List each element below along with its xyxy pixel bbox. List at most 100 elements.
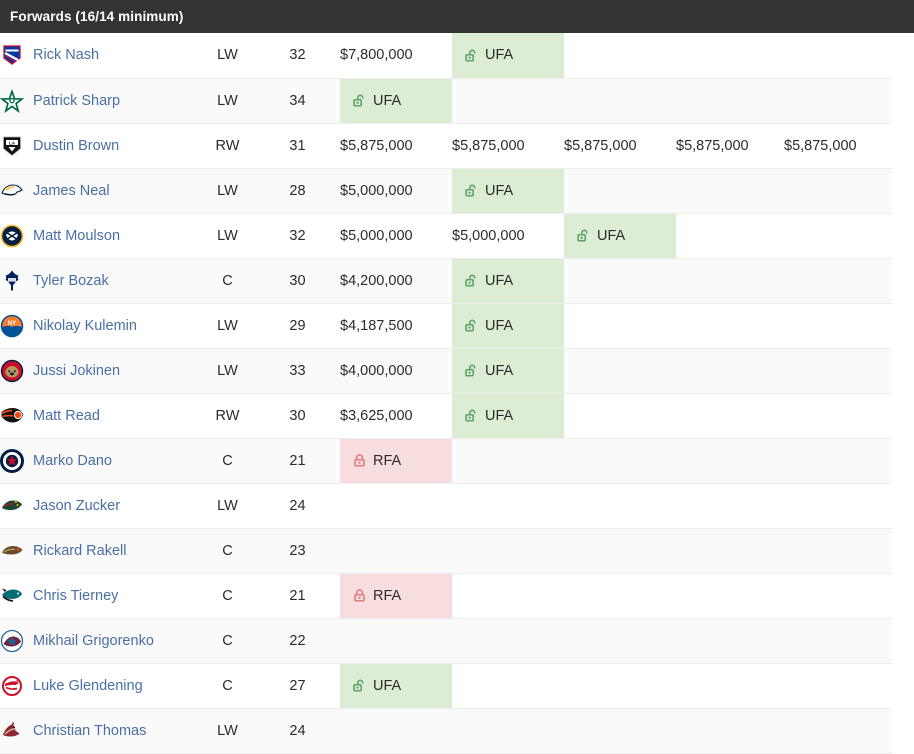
table-row: Rickard Rakell C 23 xyxy=(0,528,892,574)
player-name-link[interactable]: Dustin Brown xyxy=(33,138,119,154)
empty-cell xyxy=(564,663,676,709)
team-logo-icon: NY xyxy=(0,314,24,338)
team-logo-icon xyxy=(0,494,24,518)
player-age: 27 xyxy=(255,663,340,709)
player-name-link[interactable]: Matt Moulson xyxy=(33,228,120,244)
empty-cell xyxy=(340,528,452,574)
empty-cell xyxy=(564,708,676,754)
empty-cell xyxy=(676,528,784,574)
player-position: C xyxy=(200,663,255,709)
empty-cell xyxy=(340,618,452,664)
player-position: LW xyxy=(200,33,255,79)
player-age: 21 xyxy=(255,573,340,619)
player-name-link[interactable]: Marko Dano xyxy=(33,453,112,469)
empty-cell xyxy=(564,33,676,79)
player-name-link[interactable]: Jason Zucker xyxy=(33,498,120,514)
empty-cell xyxy=(564,618,676,664)
status-badge: UFA xyxy=(452,348,564,394)
player-name-link[interactable]: Christian Thomas xyxy=(33,723,146,739)
status-badge: UFA xyxy=(452,258,564,304)
empty-cell xyxy=(676,618,784,664)
status-badge: UFA xyxy=(340,663,452,709)
player-name-link[interactable]: Jussi Jokinen xyxy=(33,363,120,379)
status-label: UFA xyxy=(373,677,402,694)
empty-cell xyxy=(452,438,564,484)
status-label: UFA xyxy=(485,362,514,379)
salary-cell: $7,800,000 xyxy=(340,33,452,79)
player-age: 34 xyxy=(255,78,340,124)
player-cell: LA Dustin Brown xyxy=(0,123,200,169)
team-logo-icon xyxy=(0,88,24,113)
section-header: Forwards (16/14 minimum) xyxy=(0,0,914,33)
empty-cell xyxy=(784,528,892,574)
empty-cell xyxy=(564,168,676,214)
player-name-link[interactable]: Patrick Sharp xyxy=(33,93,120,109)
player-name-link[interactable]: Chris Tierney xyxy=(33,588,118,604)
empty-cell xyxy=(676,393,784,439)
team-logo-icon xyxy=(0,359,24,383)
player-name-link[interactable]: Luke Glendening xyxy=(33,678,143,694)
table-row: Jason Zucker LW 24 xyxy=(0,483,892,529)
player-cell: Chris Tierney xyxy=(0,573,200,619)
empty-cell xyxy=(452,618,564,664)
player-age: 30 xyxy=(255,258,340,304)
table-row: Mikhail Grigorenko C 22 xyxy=(0,618,892,664)
status-label: UFA xyxy=(373,92,402,109)
player-cell: Matt Read xyxy=(0,393,200,439)
empty-cell xyxy=(564,303,676,349)
team-logo-icon xyxy=(0,629,24,653)
empty-cell xyxy=(452,663,564,709)
player-position: C xyxy=(200,573,255,619)
player-name-link[interactable]: Rickard Rakell xyxy=(33,543,126,559)
player-position: LW xyxy=(200,168,255,214)
empty-cell xyxy=(784,438,892,484)
player-position: C xyxy=(200,438,255,484)
team-logo-icon xyxy=(0,404,24,428)
empty-cell xyxy=(784,393,892,439)
table-row: Chris Tierney C 21 RFA xyxy=(0,573,892,619)
salary-cell: $5,000,000 xyxy=(340,168,452,214)
table-row: Rick Nash LW 32 $7,800,000 UFA xyxy=(0,33,892,79)
unlock-icon xyxy=(464,183,479,198)
player-position: LW xyxy=(200,348,255,394)
svg-text:LA: LA xyxy=(9,140,16,145)
player-name-link[interactable]: James Neal xyxy=(33,183,110,199)
player-cell: Marko Dano xyxy=(0,438,200,484)
salary-cell: $4,200,000 xyxy=(340,258,452,304)
roster-table: Rick Nash LW 32 $7,800,000 UFA Patrick Sharp… xyxy=(0,33,892,754)
status-badge: UFA xyxy=(452,393,564,439)
player-name-link[interactable]: Nikolay Kulemin xyxy=(33,318,137,334)
empty-cell xyxy=(676,78,784,124)
salary-cell: $5,875,000 xyxy=(784,123,892,169)
player-cell: Rick Nash xyxy=(0,33,200,79)
empty-cell xyxy=(676,663,784,709)
player-age: 28 xyxy=(255,168,340,214)
player-cell: Jason Zucker xyxy=(0,483,200,529)
empty-cell xyxy=(564,438,676,484)
status-badge: RFA xyxy=(340,573,452,619)
empty-cell xyxy=(452,528,564,574)
player-age: 24 xyxy=(255,708,340,754)
player-cell: Rickard Rakell xyxy=(0,528,200,574)
status-badge: UFA xyxy=(564,213,676,259)
empty-cell xyxy=(784,618,892,664)
player-name-link[interactable]: Mikhail Grigorenko xyxy=(33,633,154,649)
player-cell: Tyler Bozak xyxy=(0,258,200,304)
player-cell: Christian Thomas xyxy=(0,708,200,754)
team-logo-icon xyxy=(0,448,24,473)
status-badge: RFA xyxy=(340,438,452,484)
empty-cell xyxy=(784,483,892,529)
player-name-link[interactable]: Matt Read xyxy=(33,408,100,424)
status-label: UFA xyxy=(597,227,626,244)
empty-cell xyxy=(564,348,676,394)
player-age: 33 xyxy=(255,348,340,394)
status-label: UFA xyxy=(485,317,514,334)
player-name-link[interactable]: Rick Nash xyxy=(33,47,99,63)
player-age: 24 xyxy=(255,483,340,529)
team-logo-icon xyxy=(0,43,24,67)
player-position: LW xyxy=(200,708,255,754)
salary-cell: $5,875,000 xyxy=(564,123,676,169)
empty-cell xyxy=(784,708,892,754)
empty-cell xyxy=(784,663,892,709)
player-name-link[interactable]: Tyler Bozak xyxy=(33,273,109,289)
